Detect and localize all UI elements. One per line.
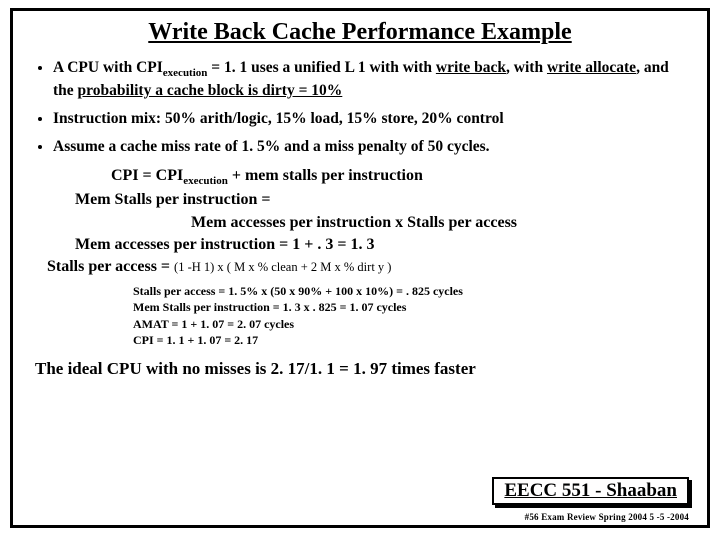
formula-mem-stalls-label: Mem Stalls per instruction =	[75, 189, 679, 211]
conclusion-text: The ideal CPU with no misses is 2. 17/1.…	[35, 359, 687, 379]
f1-post: + mem stalls per instruction	[228, 167, 423, 184]
b1-mid: = 1. 1 uses a unified L 1 with with	[207, 59, 435, 76]
calc-cpi: CPI = 1. 1 + 1. 07 = 2. 17	[133, 332, 679, 349]
calc-mem-stalls: Mem Stalls per instruction = 1. 3 x . 82…	[133, 299, 679, 316]
b1-pre: A CPU with CPI	[53, 59, 163, 76]
formula-mem-stalls-eq: Mem accesses per instruction x Stalls pe…	[191, 212, 679, 234]
slide-title: Write Back Cache Performance Example	[13, 19, 707, 46]
calc-amat: AMAT = 1 + 1. 07 = 2. 07 cycles	[133, 316, 679, 333]
bullet-1: A CPU with CPIexecution = 1. 1 uses a un…	[53, 58, 685, 102]
bullet-2: Instruction mix: 50% arith/logic, 15% lo…	[53, 109, 685, 130]
b1-u2: write allocate	[547, 59, 636, 76]
formula-block: CPI = CPIexecution + mem stalls per inst…	[61, 165, 679, 279]
slide-frame: Write Back Cache Performance Example A C…	[10, 8, 710, 528]
b1-u1: write back	[436, 59, 506, 76]
b1-u3: probability a cache block is dirty = 10%	[78, 82, 343, 99]
bullet-3: Assume a cache miss rate of 1. 5% and a …	[53, 137, 685, 158]
calc-stalls-access: Stalls per access = 1. 5% x (50 x 90% + …	[133, 283, 679, 300]
formula-cpi: CPI = CPIexecution + mem stalls per inst…	[111, 165, 679, 190]
slide-number-note: #56 Exam Review Spring 2004 5 -5 -2004	[525, 512, 689, 522]
f1-pre: CPI = CPI	[111, 167, 183, 184]
course-footer: EECC 551 - Shaaban	[492, 477, 689, 505]
f5-big: Stalls per access =	[47, 258, 174, 275]
f5-sm: (1 -H 1) x ( M x % clean + 2 M x % dirt …	[174, 260, 391, 274]
b1-mid2: , with	[506, 59, 547, 76]
calculation-block: Stalls per access = 1. 5% x (50 x 90% + …	[133, 283, 679, 349]
formula-mem-accesses: Mem accesses per instruction = 1 + . 3 =…	[75, 234, 679, 256]
formula-stalls-per-access: Stalls per access = (1 -H 1) x ( M x % c…	[47, 256, 679, 278]
f1-sub: execution	[183, 175, 228, 187]
b1-sub: execution	[163, 67, 208, 79]
bullet-list: A CPU with CPIexecution = 1. 1 uses a un…	[39, 58, 685, 158]
